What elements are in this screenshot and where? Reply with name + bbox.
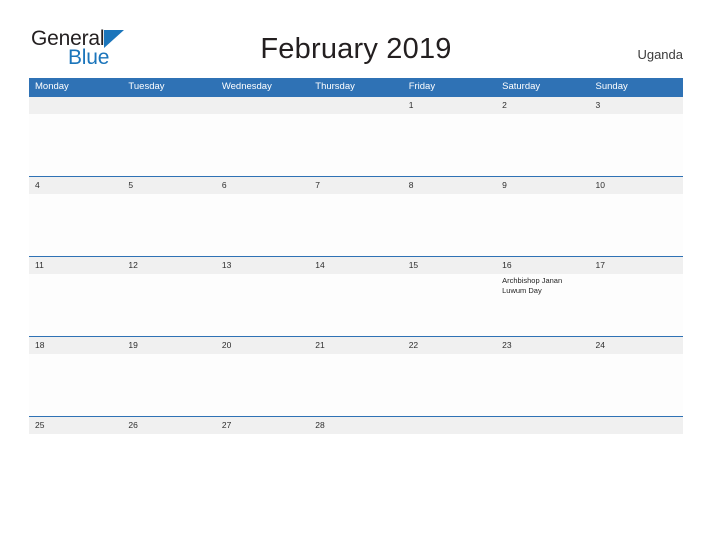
week-row: 1 2 3	[29, 96, 683, 176]
day-number[interactable]: 18	[29, 337, 122, 354]
day-cell[interactable]	[122, 194, 215, 256]
day-cell[interactable]	[216, 274, 309, 336]
day-cell[interactable]	[309, 354, 402, 416]
day-number[interactable]: 24	[590, 337, 683, 354]
weekday-friday: Friday	[408, 81, 436, 92]
day-number[interactable]: 3	[590, 97, 683, 114]
day-cell[interactable]	[309, 114, 402, 176]
day-number[interactable]: 20	[216, 337, 309, 354]
week-row: 25 26 27 28	[29, 416, 683, 496]
day-cell[interactable]	[590, 194, 683, 256]
week-date-band: 4 5 6 7 8 9 10	[29, 177, 683, 194]
day-cell[interactable]	[496, 114, 589, 176]
day-cell[interactable]	[29, 194, 122, 256]
week-row: 4 5 6 7 8 9 10	[29, 176, 683, 256]
country-label: Uganda	[637, 47, 683, 62]
week-event-body	[29, 354, 683, 416]
week-row: 11 12 13 14 15 16 17 Archbishop Janan Lu…	[29, 256, 683, 336]
day-cell[interactable]	[590, 274, 683, 336]
day-number[interactable]: 5	[122, 177, 215, 194]
day-cell[interactable]	[122, 274, 215, 336]
day-cell[interactable]	[403, 194, 496, 256]
weekday-sunday: Sunday	[595, 81, 628, 92]
day-number[interactable]	[122, 97, 215, 114]
day-number[interactable]: 9	[496, 177, 589, 194]
day-cell[interactable]	[496, 194, 589, 256]
page-title: February 2019	[260, 33, 452, 65]
weekday-wednesday: Wednesday	[221, 81, 272, 92]
week-event-body: Archbishop Janan Luwum Day	[29, 274, 683, 336]
day-cell[interactable]	[29, 114, 122, 176]
day-cell[interactable]	[122, 354, 215, 416]
day-number[interactable]: 19	[122, 337, 215, 354]
day-cell[interactable]	[403, 354, 496, 416]
weekday-header-row: Monday Tuesday Wednesday Thursday Friday…	[29, 78, 683, 96]
day-cell[interactable]	[309, 274, 402, 336]
day-number[interactable]: 7	[309, 177, 402, 194]
day-number[interactable]: 1	[403, 97, 496, 114]
day-number[interactable]: 27	[216, 417, 309, 434]
day-number[interactable]: 4	[29, 177, 122, 194]
weekday-monday: Monday	[35, 81, 69, 92]
day-number[interactable]: 15	[403, 257, 496, 274]
week-row: 18 19 20 21 22 23 24	[29, 336, 683, 416]
day-cell[interactable]	[29, 354, 122, 416]
weekday-tuesday: Tuesday	[128, 81, 165, 92]
week-event-body	[29, 194, 683, 256]
week-date-band: 11 12 13 14 15 16 17	[29, 257, 683, 274]
day-cell[interactable]	[29, 274, 122, 336]
day-number[interactable]: 10	[590, 177, 683, 194]
day-cell[interactable]	[496, 354, 589, 416]
day-number[interactable]: 28	[309, 417, 402, 434]
day-cell[interactable]	[216, 354, 309, 416]
day-number[interactable]: 2	[496, 97, 589, 114]
event-label: Archbishop Janan Luwum Day	[502, 276, 563, 295]
day-number[interactable]	[309, 97, 402, 114]
day-number[interactable]: 16	[496, 257, 589, 274]
day-cell[interactable]	[216, 114, 309, 176]
week-date-band: 25 26 27 28	[29, 417, 683, 434]
day-number[interactable]: 13	[216, 257, 309, 274]
week-date-band: 1 2 3	[29, 97, 683, 114]
day-number[interactable]: 23	[496, 337, 589, 354]
day-number[interactable]	[403, 417, 496, 434]
day-number[interactable]: 26	[122, 417, 215, 434]
day-number[interactable]: 14	[309, 257, 402, 274]
week-event-body	[29, 114, 683, 176]
day-cell[interactable]	[122, 114, 215, 176]
calendar-grid: Monday Tuesday Wednesday Thursday Friday…	[29, 78, 683, 496]
day-number[interactable]	[496, 417, 589, 434]
weekday-thursday: Thursday	[315, 81, 355, 92]
page-header: General Blue February 2019 Uganda	[0, 0, 712, 72]
day-cell[interactable]	[403, 114, 496, 176]
day-number[interactable]: 6	[216, 177, 309, 194]
day-cell[interactable]	[216, 194, 309, 256]
day-cell-holiday[interactable]: Archbishop Janan Luwum Day	[496, 274, 589, 336]
day-cell[interactable]	[590, 114, 683, 176]
day-number[interactable]: 25	[29, 417, 122, 434]
day-number[interactable]: 17	[590, 257, 683, 274]
day-cell[interactable]	[590, 354, 683, 416]
day-cell[interactable]	[309, 194, 402, 256]
day-number[interactable]	[216, 97, 309, 114]
day-cell[interactable]	[403, 274, 496, 336]
day-number[interactable]: 8	[403, 177, 496, 194]
day-number[interactable]: 22	[403, 337, 496, 354]
day-number[interactable]: 11	[29, 257, 122, 274]
day-number[interactable]: 21	[309, 337, 402, 354]
day-number[interactable]	[29, 97, 122, 114]
day-number[interactable]: 12	[122, 257, 215, 274]
week-date-band: 18 19 20 21 22 23 24	[29, 337, 683, 354]
day-number[interactable]	[590, 417, 683, 434]
weekday-saturday: Saturday	[502, 81, 541, 92]
